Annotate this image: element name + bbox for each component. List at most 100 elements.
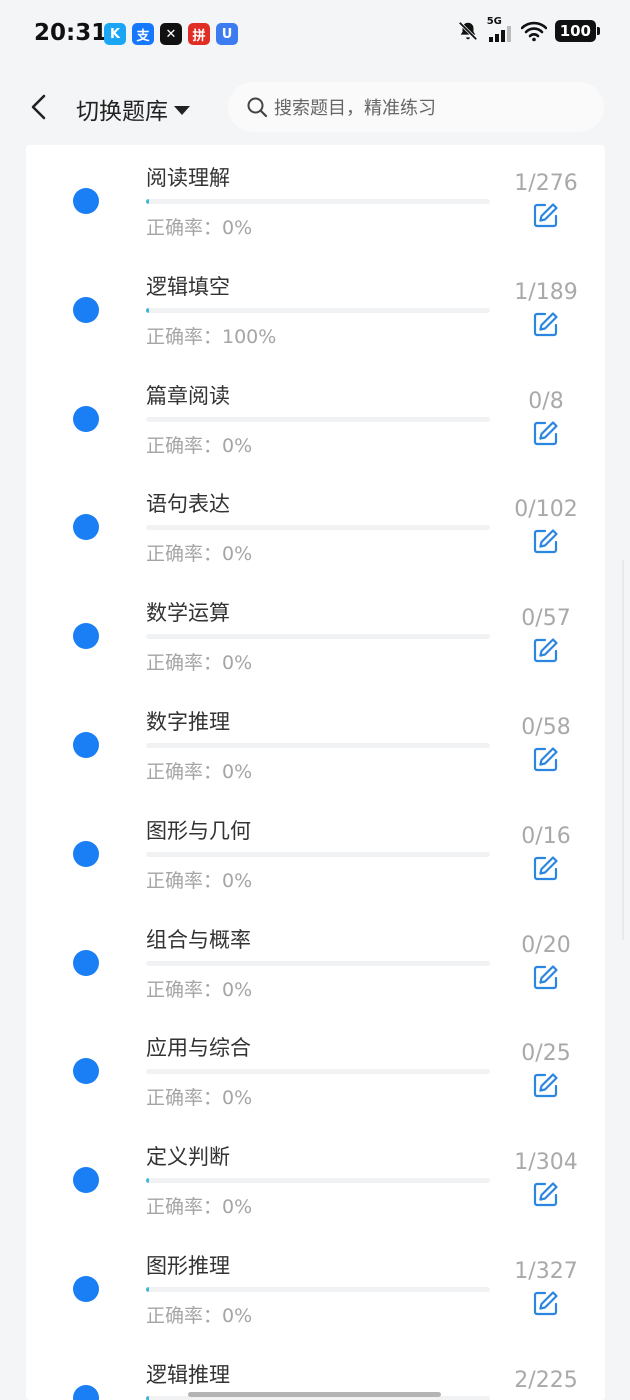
topic-title: 数学运算 <box>146 601 230 626</box>
home-indicator[interactable] <box>188 1392 441 1397</box>
topic-count: 0/16 <box>521 823 571 849</box>
status-bar: 20:31 K 支 ✕ 拼 U 5G 100 <box>0 0 630 70</box>
topic-accuracy: 正确率：0% <box>146 1087 253 1110</box>
topic-count: 0/57 <box>521 606 571 632</box>
edit-practice-icon[interactable] <box>533 1072 559 1098</box>
capcut-icon: ✕ <box>160 23 182 45</box>
topic-title: 逻辑推理 <box>146 1362 230 1387</box>
topic-row[interactable]: 语句表达正确率：0% 0/102 <box>26 471 605 580</box>
topic-dot-icon <box>73 1384 99 1400</box>
edit-practice-icon[interactable] <box>533 746 559 772</box>
topic-count: 0/58 <box>521 715 571 740</box>
topic-count: 2/225 <box>514 1367 578 1393</box>
caret-down-icon <box>174 105 190 115</box>
topic-count: 1/189 <box>514 279 578 305</box>
u-app-icon: U <box>216 23 238 45</box>
topic-progress-bar <box>146 960 490 966</box>
topic-dot-icon <box>73 405 99 432</box>
topic-progress-bar <box>146 634 490 640</box>
edit-practice-icon[interactable] <box>533 420 559 446</box>
topic-accuracy: 正确率：100% <box>146 325 277 348</box>
edit-practice-icon[interactable] <box>533 202 559 228</box>
topic-title: 应用与综合 <box>146 1036 251 1061</box>
topic-count: 0/102 <box>514 497 578 523</box>
topic-row[interactable]: 阅读理解正确率：0% 1/276 <box>26 145 605 254</box>
edit-practice-icon[interactable] <box>533 1181 559 1207</box>
edit-practice-icon[interactable] <box>533 637 559 663</box>
topic-progress-bar <box>146 1069 490 1075</box>
switch-bank-label: 切换题库 <box>76 99 168 125</box>
topic-progress-fill <box>146 1178 150 1184</box>
status-time: 20:31 <box>34 20 108 46</box>
topic-title: 图形推理 <box>146 1254 230 1278</box>
topic-dot-icon <box>73 1058 99 1085</box>
topic-row[interactable]: 应用与综合 正确率：0% 0/25 <box>26 1015 605 1124</box>
topic-progress-bar <box>146 199 490 204</box>
edit-practice-icon[interactable] <box>533 311 559 337</box>
topic-accuracy: 正确率：0% <box>146 543 253 566</box>
topic-title: 数字推理 <box>146 710 230 734</box>
topic-progress-bar <box>146 743 490 748</box>
topic-count: 0/20 <box>521 932 571 958</box>
topic-progress-bar <box>146 851 490 857</box>
topic-dot-icon <box>73 1276 99 1302</box>
topic-accuracy: 正确率：0% <box>146 869 253 892</box>
mute-bell-icon <box>458 21 478 41</box>
notification-app-icons: K 支 ✕ 拼 U <box>104 23 238 45</box>
kuaishou-icon: K <box>104 23 126 45</box>
topic-count: 0/8 <box>528 388 564 414</box>
topic-accuracy: 正确率：0% <box>146 1196 253 1219</box>
topic-list: 阅读理解 正确率：0% 1/276 逻辑填空 正确率：100% 1/189 篇章阅读 正确率：… <box>26 145 605 1400</box>
system-icons: 5G 100 <box>457 16 601 42</box>
back-chevron-icon[interactable] <box>26 92 56 122</box>
search-input[interactable]: 搜索题目，精准练习 <box>228 82 604 132</box>
edit-practice-icon[interactable] <box>533 855 559 881</box>
topic-row[interactable]: 数学运算正确率：0% 0/57 <box>26 580 605 689</box>
topic-progress-bar <box>146 416 490 422</box>
battery-indicator: 100 <box>554 20 601 42</box>
topic-title: 篇章阅读 <box>146 383 230 408</box>
topic-row[interactable]: 组合与概率正确率：0% 0/20 <box>26 907 605 1016</box>
topic-dot-icon <box>73 296 99 323</box>
topic-accuracy: 正确率：0% <box>146 978 253 1001</box>
topic-row[interactable]: 逻辑填空正确率：100% 1/189 <box>26 254 605 363</box>
topic-accuracy: 正确率：0% <box>146 652 253 675</box>
page-scroll-edge <box>622 560 624 940</box>
topic-row[interactable]: 篇章阅读正确率：0% 0/8 <box>26 363 605 472</box>
search-icon <box>247 97 268 118</box>
topic-dot-icon <box>73 188 99 214</box>
topic-accuracy: 正确率：0% <box>146 434 253 457</box>
topic-count: 1/327 <box>514 1259 578 1284</box>
topic-dot-icon <box>73 840 99 867</box>
edit-practice-icon[interactable] <box>533 964 559 990</box>
topic-dot-icon <box>73 732 99 758</box>
topic-count: 1/304 <box>514 1150 578 1176</box>
topic-progress-fill <box>146 307 150 313</box>
topic-title: 语句表达 <box>146 492 230 517</box>
topic-row[interactable]: 数字推理正确率：0% 0/58 <box>26 689 605 798</box>
topic-accuracy: 正确率：0% <box>146 761 253 783</box>
topic-row[interactable]: 图形推理正确率：0% 1/327 <box>26 1233 605 1342</box>
edit-practice-icon[interactable] <box>533 1290 559 1316</box>
topic-row[interactable]: 定义判断正确率：0% 1/304 <box>26 1124 605 1233</box>
alipay-icon: 支 <box>132 23 154 45</box>
topic-dot-icon <box>73 623 99 650</box>
topic-progress-bar <box>146 1287 490 1292</box>
topic-title: 组合与概率 <box>146 927 251 952</box>
topic-accuracy: 正确率：0% <box>146 1305 253 1327</box>
topic-progress-fill <box>146 199 150 204</box>
edit-practice-icon[interactable] <box>533 528 559 554</box>
topic-count: 1/276 <box>514 171 578 196</box>
pinduoduo-icon: 拼 <box>188 23 210 45</box>
topic-row[interactable]: 图形与几何 正确率：0% 0/16 <box>26 798 605 907</box>
topic-title: 逻辑填空 <box>146 274 230 299</box>
signal-5g-icon: 5G <box>487 16 513 42</box>
topic-dot-icon <box>73 949 99 976</box>
header: 切换题库 搜索题目，精准练习 <box>0 70 630 145</box>
topic-accuracy: 正确率：0% <box>146 217 253 239</box>
topic-title: 阅读理解 <box>146 166 230 190</box>
topic-dot-icon <box>73 1167 99 1194</box>
topic-progress-bar <box>146 525 490 531</box>
switch-bank-dropdown[interactable]: 切换题库 <box>76 92 190 126</box>
topic-title: 定义判断 <box>146 1145 230 1170</box>
